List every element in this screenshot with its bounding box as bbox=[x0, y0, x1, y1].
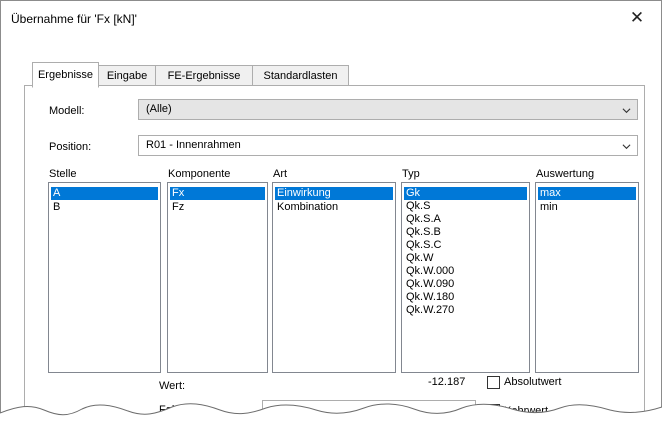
position-value: R01 - Innenrahmen bbox=[146, 139, 241, 151]
list-item[interactable]: min bbox=[538, 201, 636, 214]
modell-value: (Alle) bbox=[146, 103, 172, 115]
list-item[interactable]: B bbox=[51, 201, 158, 214]
list-item[interactable]: Fz bbox=[170, 201, 265, 214]
komponente-list[interactable]: Fx Fz bbox=[167, 182, 268, 373]
list-item[interactable]: max bbox=[538, 187, 636, 200]
art-header: Art bbox=[273, 168, 288, 180]
list-item[interactable]: Qk.W.180 bbox=[404, 291, 527, 304]
absolutwert-label: Absolutwert bbox=[504, 376, 562, 388]
dialog-title: Übernahme für 'Fx [kN]' bbox=[11, 12, 137, 26]
close-icon[interactable]: ✕ bbox=[625, 7, 649, 31]
wert-label: Wert: bbox=[159, 380, 186, 392]
tab-eingabe[interactable]: Eingabe bbox=[97, 65, 157, 87]
stelle-list[interactable]: A B bbox=[48, 182, 161, 373]
position-label: Position: bbox=[49, 141, 92, 153]
list-item[interactable]: Qk.W.000 bbox=[404, 265, 527, 278]
auswertung-list[interactable]: max min bbox=[535, 182, 639, 373]
wert-value: -12.187 bbox=[428, 376, 466, 388]
typ-header: Typ bbox=[402, 168, 420, 180]
stelle-header: Stelle bbox=[49, 168, 77, 180]
list-item[interactable]: Qk.S.A bbox=[404, 213, 527, 226]
list-item[interactable]: Qk.S.B bbox=[404, 226, 527, 239]
list-item[interactable]: Qk.S bbox=[404, 200, 527, 213]
komponente-header: Komponente bbox=[168, 168, 231, 180]
list-item[interactable]: Einwirkung bbox=[275, 187, 393, 200]
torn-edge bbox=[0, 403, 662, 421]
dialog-window: Übernahme für 'Fx [kN]' ✕ Ergebnisse Ein… bbox=[0, 0, 662, 421]
list-item[interactable]: Fx bbox=[170, 187, 265, 200]
chevron-down-icon bbox=[622, 108, 631, 114]
position-dropdown[interactable]: R01 - Innenrahmen bbox=[138, 135, 638, 156]
modell-dropdown[interactable]: (Alle) bbox=[138, 99, 638, 120]
list-item[interactable]: Gk bbox=[404, 187, 527, 200]
chevron-down-icon bbox=[622, 144, 631, 150]
list-item[interactable]: Qk.W bbox=[404, 252, 527, 265]
list-item[interactable]: Qk.W.090 bbox=[404, 278, 527, 291]
art-list[interactable]: Einwirkung Kombination bbox=[272, 182, 396, 373]
list-item[interactable]: Kombination bbox=[275, 201, 393, 214]
tab-ergebnisse[interactable]: Ergebnisse bbox=[32, 62, 99, 88]
list-item[interactable]: Qk.S.C bbox=[404, 239, 527, 252]
tab-fe-ergebnisse[interactable]: FE-Ergebnisse bbox=[155, 65, 253, 87]
auswertung-header: Auswertung bbox=[536, 168, 595, 180]
absolutwert-checkbox[interactable] bbox=[487, 376, 500, 389]
typ-list[interactable]: Gk Qk.S Qk.S.A Qk.S.B Qk.S.C Qk.W Qk.W.0… bbox=[401, 182, 530, 373]
modell-label: Modell: bbox=[49, 105, 85, 117]
tab-standardlasten[interactable]: Standardlasten bbox=[252, 65, 349, 87]
list-item[interactable]: A bbox=[51, 187, 158, 200]
list-item[interactable]: Qk.W.270 bbox=[404, 304, 527, 317]
